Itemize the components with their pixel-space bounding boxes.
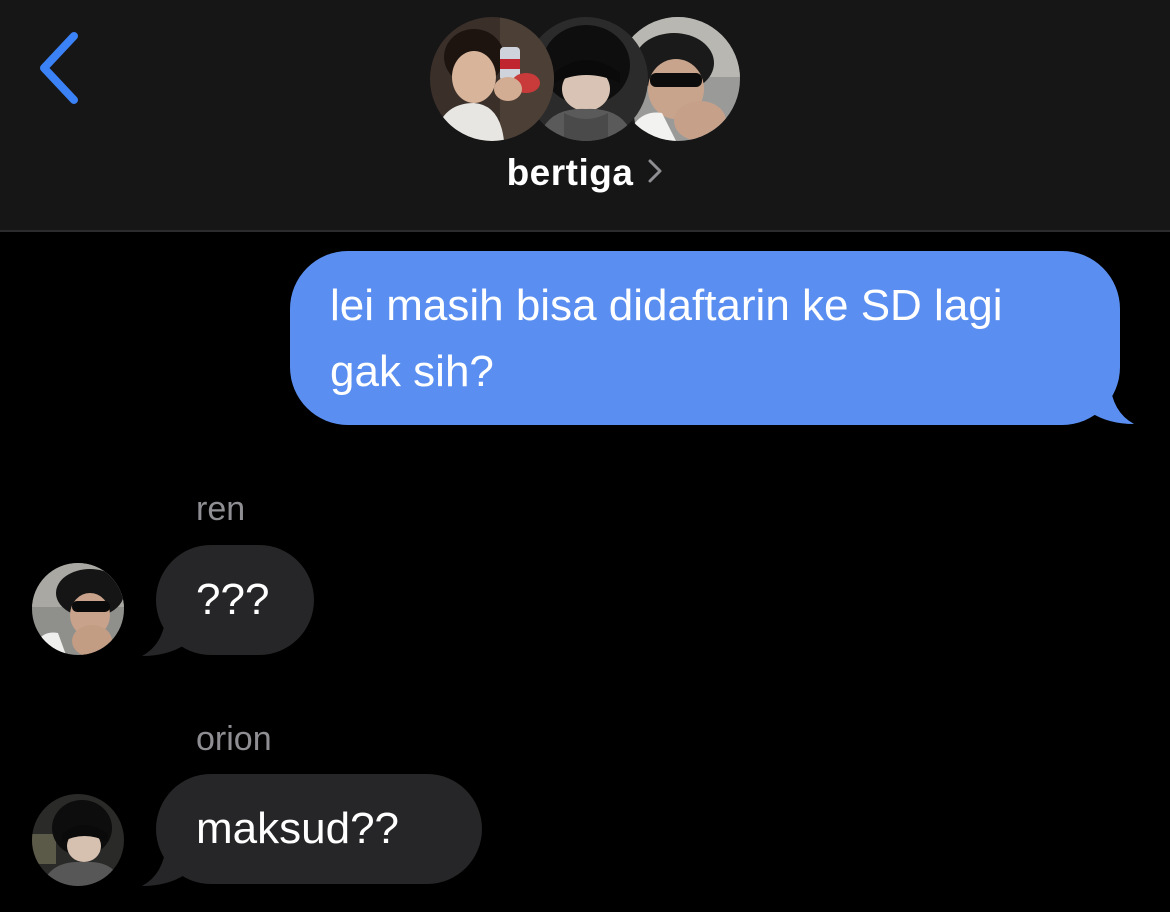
message-text: maksud?? [196, 804, 400, 853]
sender-name: ren [196, 490, 246, 528]
group-name: bertiga [506, 152, 634, 193]
message-text: lei masih bisa didaftarin ke SD lagi gak… [330, 281, 1003, 396]
back-button[interactable] [30, 30, 90, 106]
avatar[interactable] [32, 794, 124, 886]
chevron-right-icon [648, 159, 662, 183]
conversation-header: bertiga [0, 0, 1170, 232]
chevron-left-icon [40, 32, 78, 104]
message-text: ??? [196, 575, 270, 624]
avatar[interactable] [32, 563, 124, 655]
group-member-avatar [430, 17, 554, 141]
outgoing-message-bubble[interactable]: lei masih bisa didaftarin ke SD lagi gak… [290, 251, 1120, 425]
bubble-tail [1088, 382, 1134, 424]
group-avatars[interactable] [430, 17, 740, 143]
incoming-message-bubble[interactable]: ??? [156, 545, 314, 655]
incoming-message-bubble[interactable]: maksud?? [156, 774, 482, 884]
sender-name: orion [196, 720, 272, 758]
group-name-link[interactable]: bertiga [0, 152, 1170, 194]
